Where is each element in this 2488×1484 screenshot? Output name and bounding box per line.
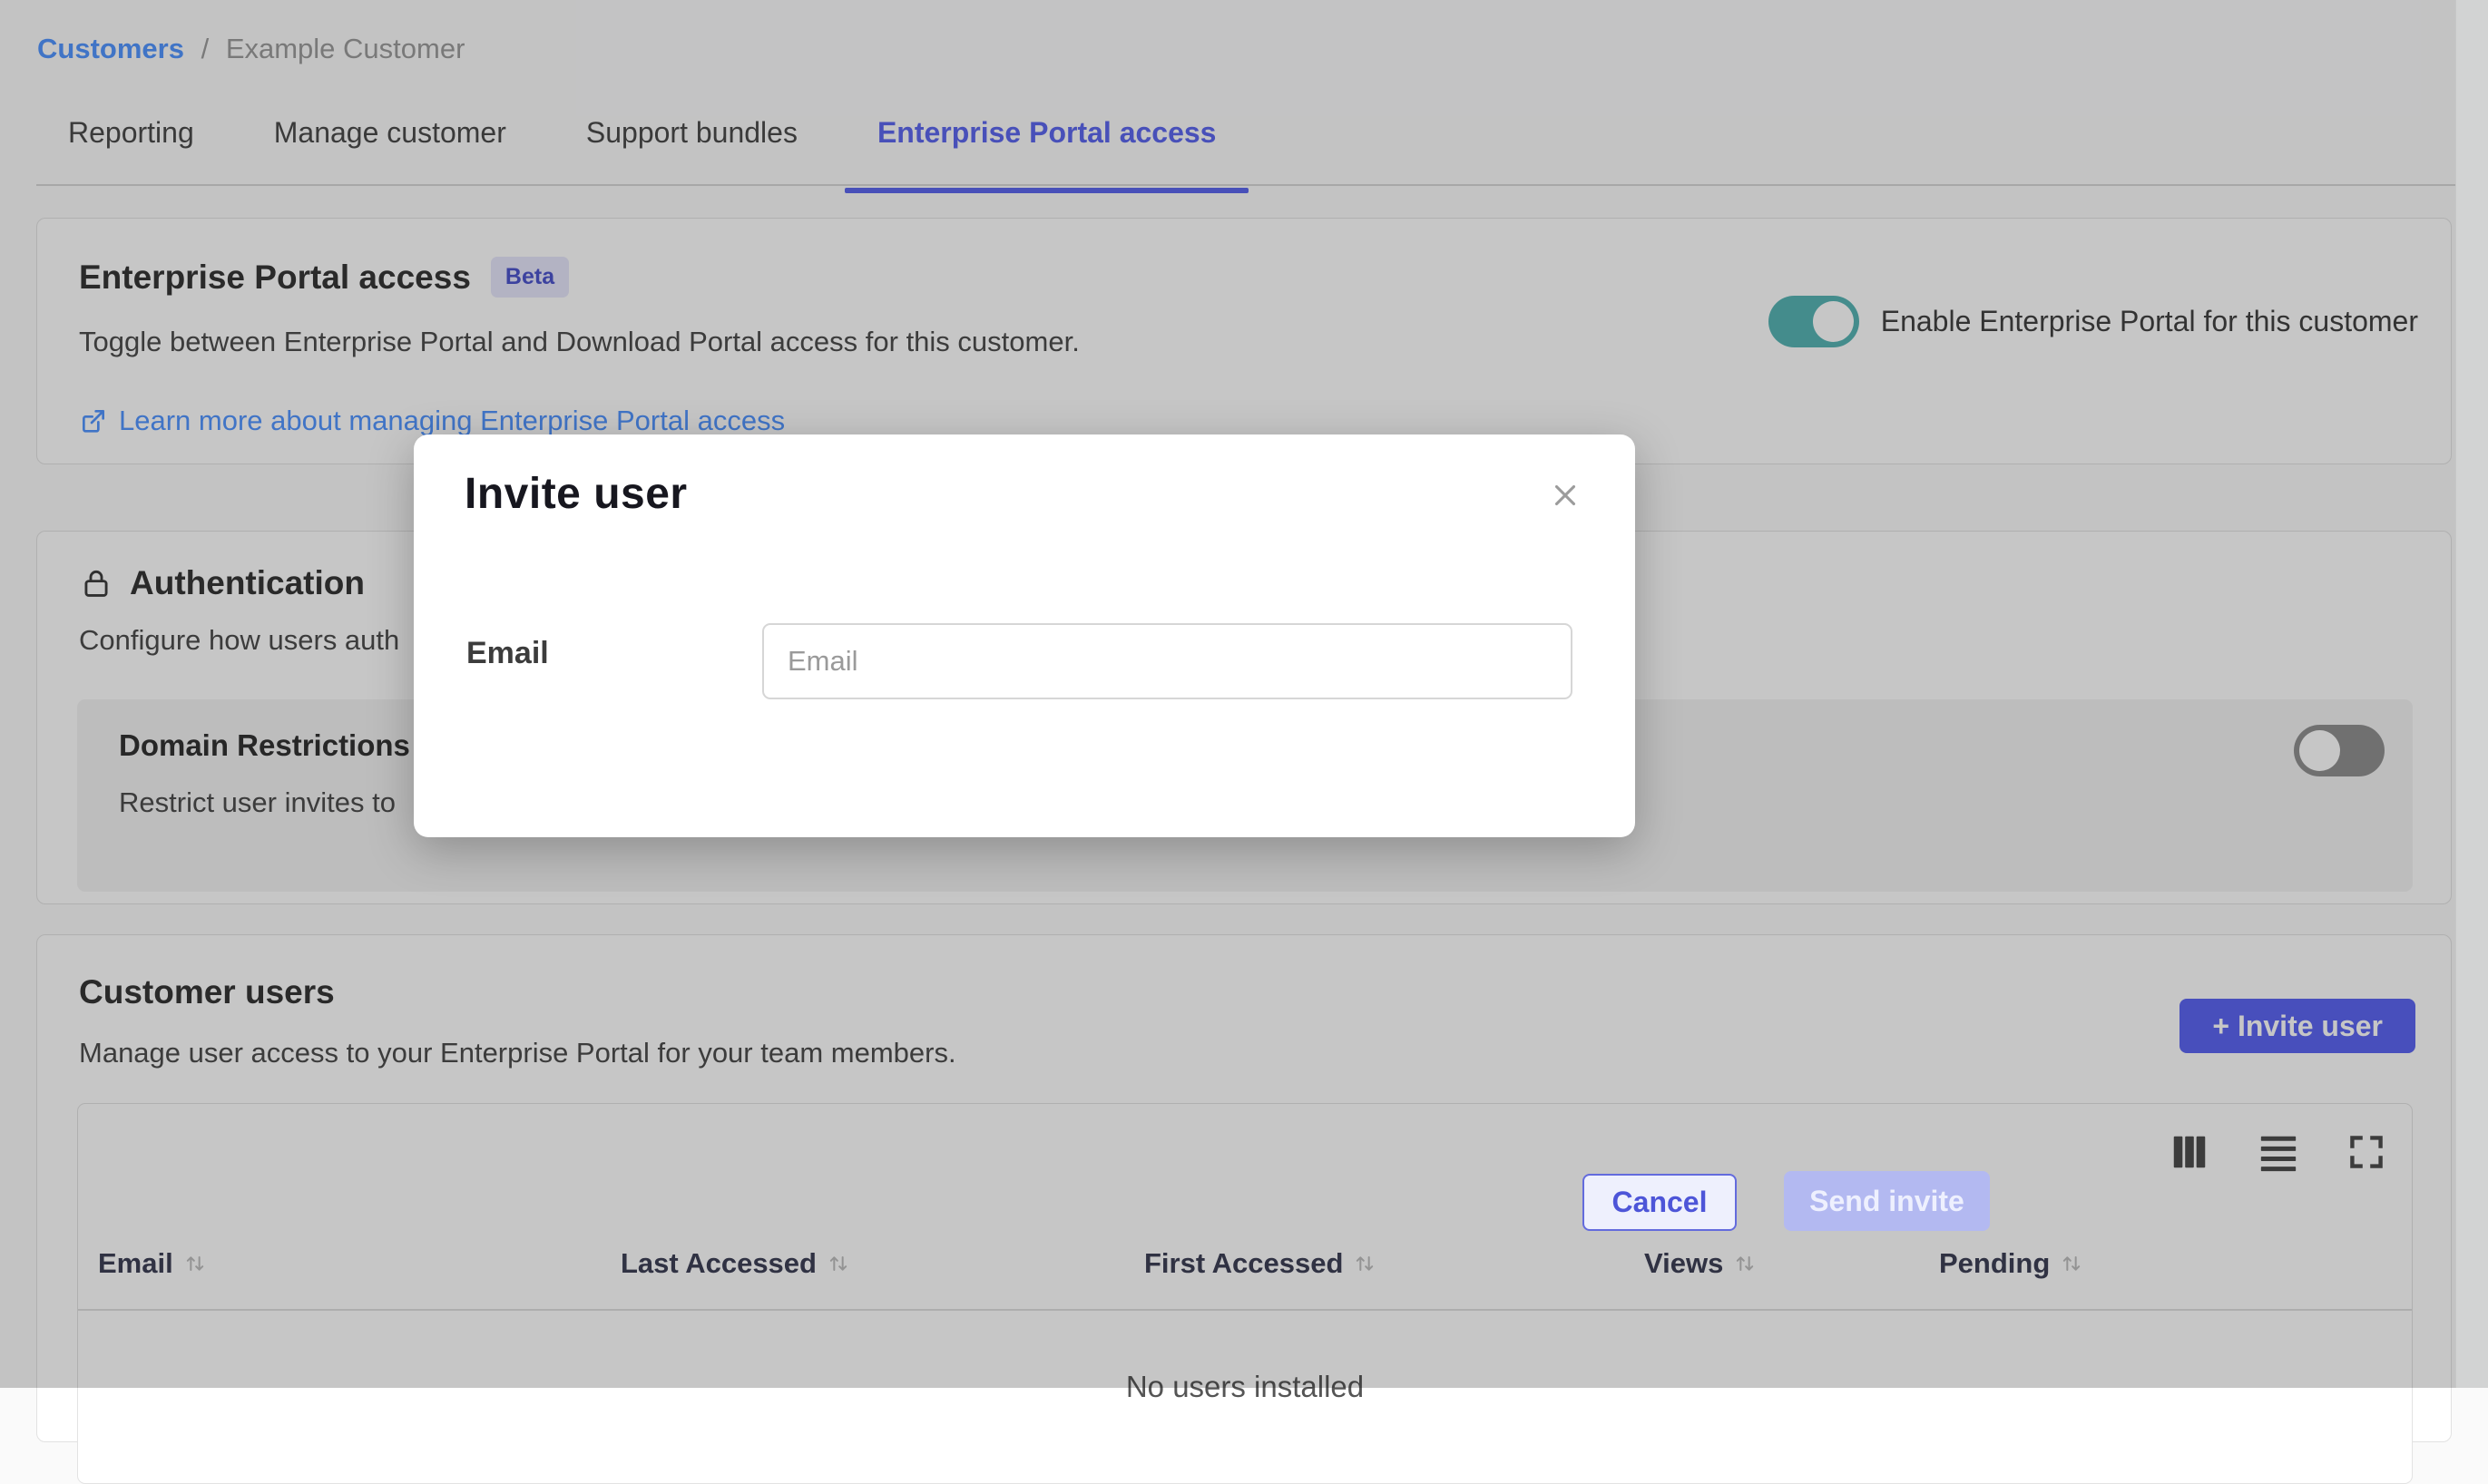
cancel-button[interactable]: Cancel (1582, 1174, 1737, 1231)
email-input[interactable] (762, 623, 1572, 699)
modal-title: Invite user (465, 469, 688, 519)
close-icon[interactable] (1548, 478, 1582, 515)
scrollbar-track[interactable] (2455, 0, 2488, 1388)
email-field-label: Email (466, 636, 549, 671)
send-invite-button[interactable]: Send invite (1784, 1171, 1990, 1231)
invite-user-modal: Invite user Email Cancel Send invite (414, 434, 1635, 837)
